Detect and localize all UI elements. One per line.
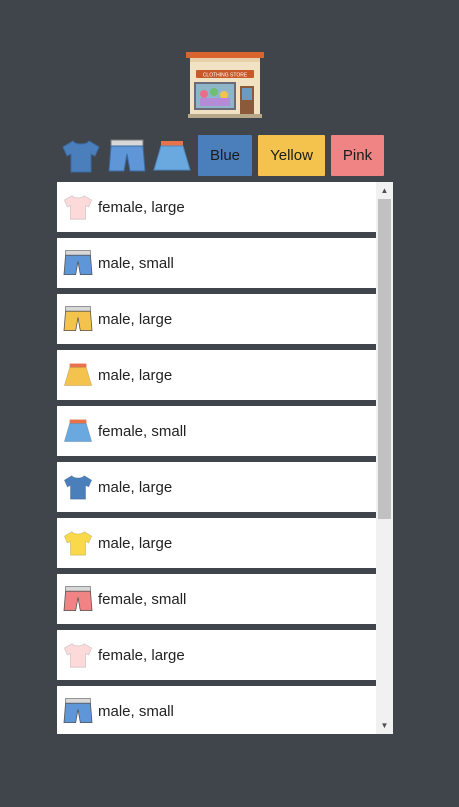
blue-filter-button[interactable]: Blue bbox=[198, 135, 252, 176]
tshirt-icon bbox=[62, 191, 94, 223]
list-scrollbar[interactable]: ▲ ▼ bbox=[376, 182, 393, 734]
list-item-label: female, large bbox=[98, 198, 185, 216]
list-item-label: male, large bbox=[98, 478, 173, 496]
clothing-store-logo: CLOTHING STORE bbox=[186, 52, 264, 118]
shorts-icon bbox=[62, 695, 94, 727]
clothing-list[interactable]: female, large male, small male, large male,… bbox=[57, 182, 393, 734]
scroll-down-arrow-icon[interactable]: ▼ bbox=[376, 717, 393, 734]
skirt-icon bbox=[62, 359, 94, 391]
list-item-label: male, small bbox=[98, 254, 174, 272]
skirt-icon bbox=[153, 140, 191, 170]
shorts-icon bbox=[108, 139, 146, 171]
list-item-label: male, large bbox=[98, 310, 173, 328]
list-item-label: female, small bbox=[98, 422, 187, 440]
list-item-label: female, large bbox=[98, 646, 185, 664]
list-item[interactable]: male, large bbox=[57, 350, 376, 400]
shorts-icon bbox=[62, 303, 94, 335]
shorts-icon bbox=[62, 247, 94, 279]
list-item[interactable]: female, small bbox=[57, 574, 376, 624]
list-item[interactable]: male, small bbox=[57, 686, 376, 734]
list-item[interactable]: male, small bbox=[57, 238, 376, 288]
list-item-label: male, small bbox=[98, 702, 174, 720]
skirt-icon bbox=[62, 415, 94, 447]
tshirt-filter-button[interactable] bbox=[59, 135, 103, 176]
tshirt-icon bbox=[62, 639, 94, 671]
shorts-filter-button[interactable] bbox=[105, 135, 149, 176]
list-item[interactable]: male, large bbox=[57, 462, 376, 512]
list-item[interactable]: female, large bbox=[57, 182, 376, 232]
shorts-icon bbox=[62, 583, 94, 615]
list-item-label: male, large bbox=[98, 534, 173, 552]
list-item[interactable]: male, large bbox=[57, 518, 376, 568]
tshirt-icon bbox=[62, 471, 94, 503]
list-item[interactable]: male, large bbox=[57, 294, 376, 344]
list-item-label: male, large bbox=[98, 366, 173, 384]
yellow-filter-button[interactable]: Yellow bbox=[258, 135, 325, 176]
list-item[interactable]: female, large bbox=[57, 630, 376, 680]
pink-filter-button[interactable]: Pink bbox=[331, 135, 384, 176]
scrollbar-thumb[interactable] bbox=[378, 199, 391, 519]
scroll-up-arrow-icon[interactable]: ▲ bbox=[376, 182, 393, 199]
list-item[interactable]: female, small bbox=[57, 406, 376, 456]
skirt-filter-button[interactable] bbox=[150, 135, 194, 176]
list-item-label: female, small bbox=[98, 590, 187, 608]
tshirt-icon bbox=[62, 139, 100, 172]
store-sign-text: CLOTHING STORE bbox=[203, 73, 248, 79]
tshirt-icon bbox=[62, 527, 94, 559]
